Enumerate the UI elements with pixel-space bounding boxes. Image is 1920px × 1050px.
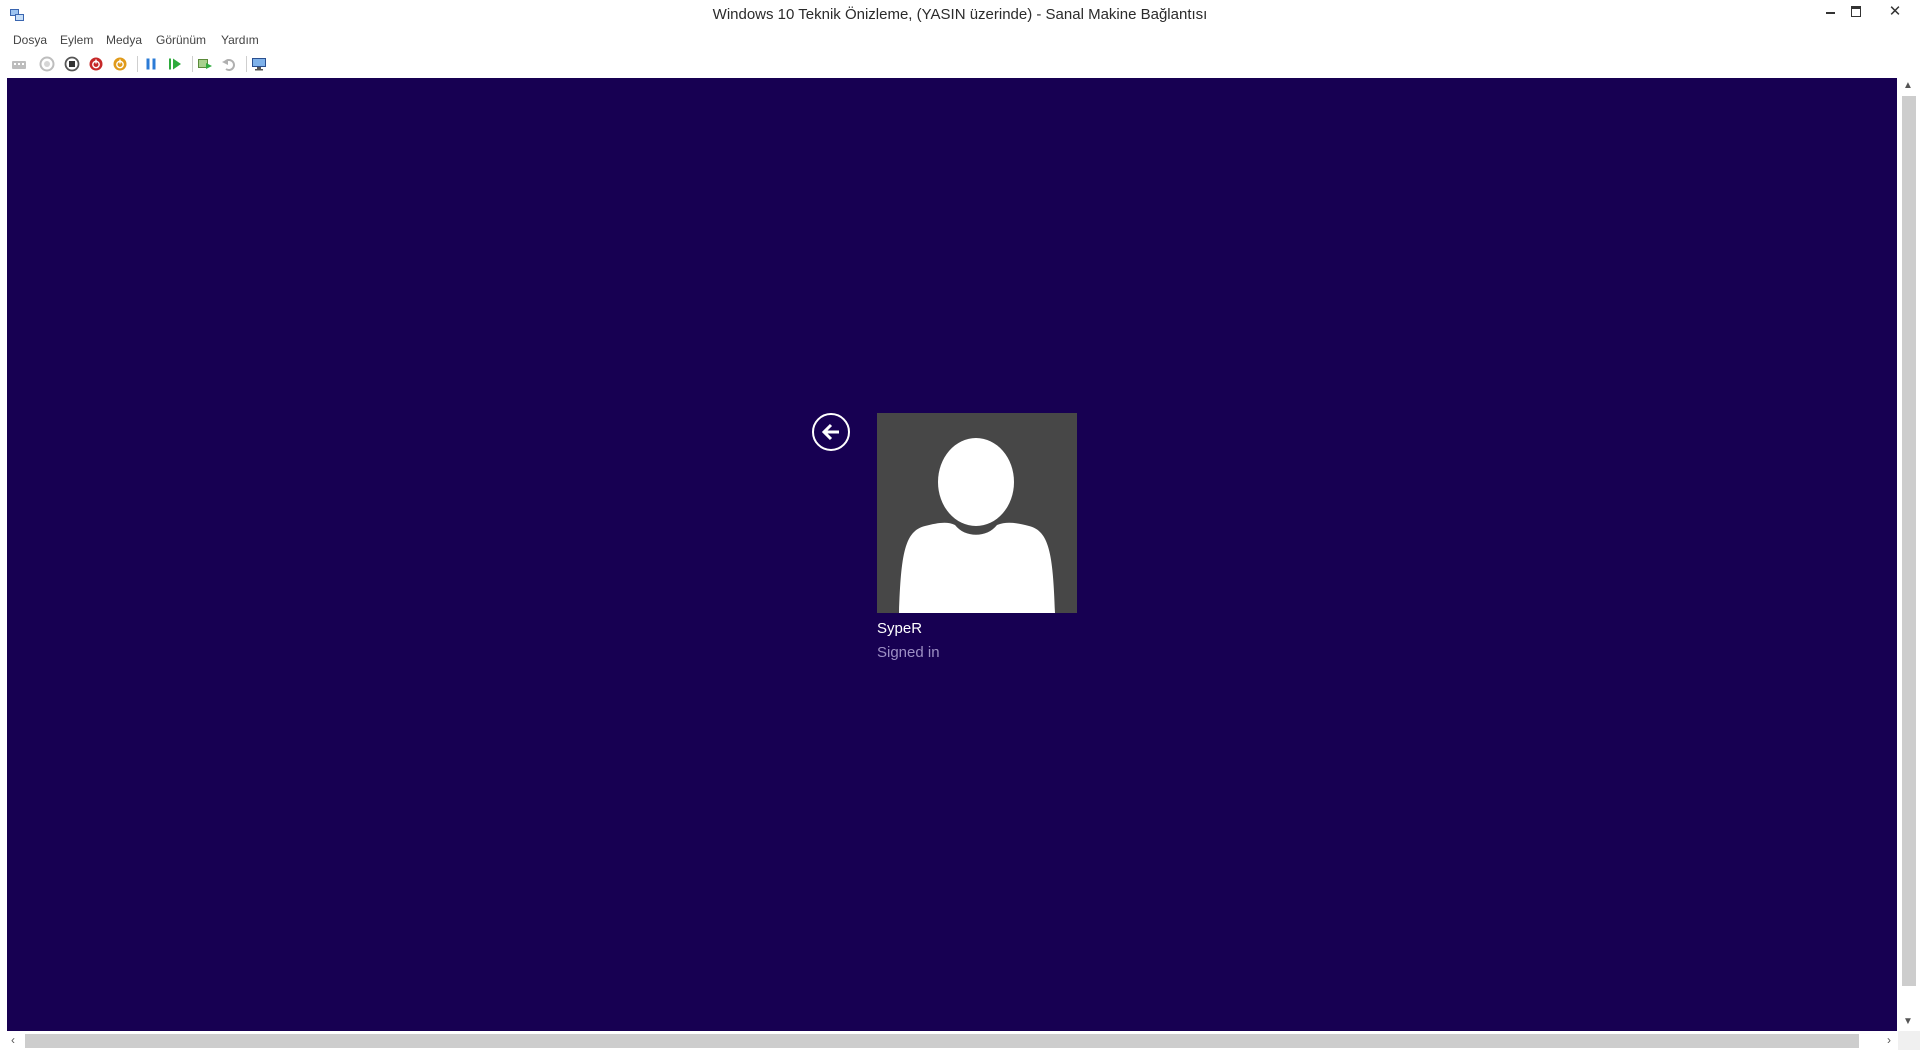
close-button[interactable]: ✕ [1880,0,1910,22]
pause-button[interactable] [142,55,160,73]
minimize-button[interactable] [1816,0,1844,22]
menu-bar: Dosya Eylem Medya Görünüm Yardım [0,30,1920,50]
ctrl-alt-del-icon [12,61,26,69]
horizontal-scrollbar[interactable]: ‹ › [7,1031,1898,1050]
user-status: Signed in [877,644,940,661]
turn-off-icon [64,56,80,72]
menu-item-medya[interactable]: Medya [106,33,142,47]
resume-button[interactable] [166,55,184,73]
vertical-scrollbar[interactable]: ▲ ▼ [1898,78,1920,1031]
enhanced-session-button[interactable] [250,55,268,73]
enhanced-session-icon [252,58,266,71]
user-avatar[interactable] [877,413,1077,613]
menu-item-dosya[interactable]: Dosya [13,33,47,47]
scrollbar-corner [1898,1031,1920,1050]
window-title: Windows 10 Teknik Önizleme, (YASIN üzeri… [712,6,1208,23]
checkpoint-icon [198,59,212,69]
toolbar-separator [192,56,193,72]
vertical-scroll-thumb[interactable] [1902,96,1916,986]
toolbar-separator [246,56,247,72]
menu-item-yardim[interactable]: Yardım [221,33,259,47]
scroll-left-icon[interactable]: ‹ [11,1033,15,1047]
back-button[interactable] [812,413,850,451]
scroll-down-icon[interactable]: ▼ [1903,1016,1913,1027]
vm-connection-window: Windows 10 Teknik Önizleme, (YASIN üzeri… [0,0,1920,1050]
save-icon [113,57,127,71]
save-button[interactable] [111,55,129,73]
toolbar [0,50,1920,78]
maximize-icon [1851,5,1861,17]
title-bar[interactable]: Windows 10 Teknik Önizleme, (YASIN üzeri… [0,0,1920,30]
scroll-up-icon[interactable]: ▲ [1903,80,1913,91]
menu-item-eylem[interactable]: Eylem [60,33,93,47]
pause-icon [146,58,156,70]
user-silhouette-icon [899,438,1055,613]
vm-display[interactable]: SypeR Signed in [7,78,1897,1031]
revert-button[interactable] [220,55,238,73]
start-button[interactable] [38,55,56,73]
shut-down-button[interactable] [87,55,105,73]
minimize-icon [1825,12,1835,14]
menu-item-gorunum[interactable]: Görünüm [156,33,206,47]
start-icon [39,56,55,72]
user-name: SypeR [877,620,923,637]
turn-off-button[interactable] [63,55,81,73]
toolbar-separator [137,56,138,72]
maximize-button[interactable] [1842,0,1870,22]
resume-icon [169,58,181,70]
ctrl-alt-del-button[interactable] [10,55,28,73]
back-arrow-icon [821,423,839,441]
checkpoint-button[interactable] [196,55,214,73]
shut-down-icon [89,57,103,71]
revert-icon [222,59,235,71]
scroll-right-icon[interactable]: › [1887,1033,1891,1047]
horizontal-scroll-thumb[interactable] [25,1034,1859,1048]
